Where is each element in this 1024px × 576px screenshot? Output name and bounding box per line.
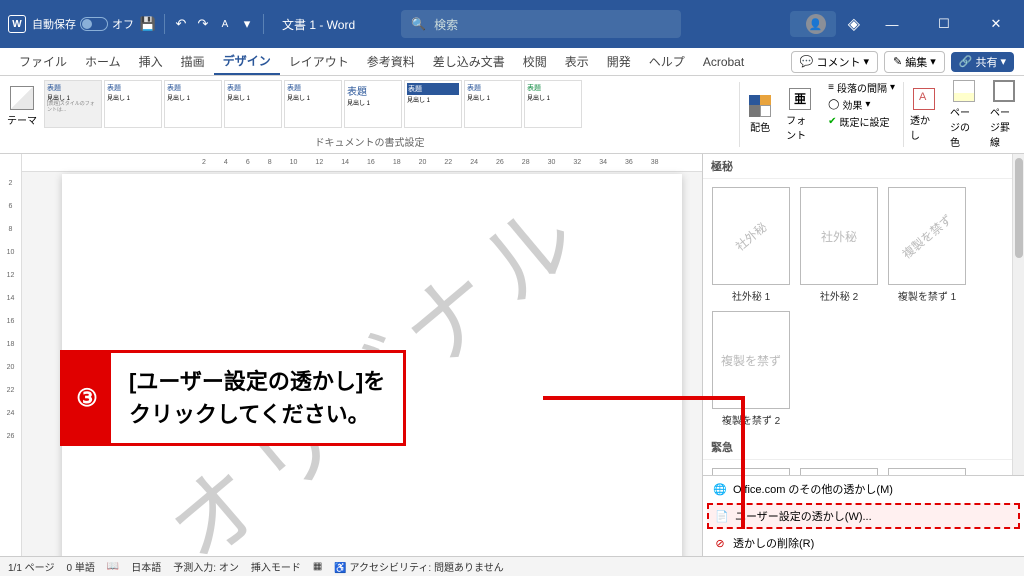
tab-review[interactable]: 校閲 <box>514 48 556 75</box>
status-language[interactable]: 日本語 <box>131 559 161 574</box>
style-gallery-item[interactable]: 表題見出し 1 <box>344 80 402 128</box>
search-placeholder: 検索 <box>434 16 458 33</box>
status-accessibility[interactable]: ♿ アクセシビリティ: 問題ありません <box>334 559 503 574</box>
gallery-group-label: ドキュメントの書式設定 <box>0 132 739 151</box>
maximize-button[interactable]: ☐ <box>924 9 964 39</box>
tab-layout[interactable]: レイアウト <box>280 48 358 75</box>
redo-icon[interactable]: ↷ <box>195 16 211 32</box>
tab-developer[interactable]: 開発 <box>598 48 640 75</box>
tab-file[interactable]: ファイル <box>10 48 76 75</box>
themes-icon <box>10 86 34 110</box>
wm-category-urgent: 緊急 <box>703 435 1012 460</box>
style-gallery-item[interactable]: 表題見出し 1 <box>104 80 162 128</box>
paragraph-spacing-button[interactable]: ≡ 段落の間隔 ▾ <box>828 80 895 95</box>
page-icon: 📄 <box>715 509 729 523</box>
wm-item-confidential-1[interactable]: 社外秘社外秘 1 <box>711 187 791 303</box>
style-gallery-item[interactable]: 表題見出し 1 <box>284 80 342 128</box>
colors-button[interactable]: 配色 <box>740 76 780 153</box>
tab-acrobat[interactable]: Acrobat <box>694 48 753 75</box>
callout-text: [ユーザー設定の透かし]をクリックしてください。 <box>111 353 403 443</box>
status-spellcheck-icon[interactable]: 📖 <box>107 561 119 572</box>
tab-view[interactable]: 表示 <box>556 48 598 75</box>
watermark-icon <box>913 88 935 110</box>
watermark-gallery-panel: 極秘 社外秘社外秘 1 社外秘社外秘 2 複製を禁ず複製を禁ず 1 複製を禁ず複… <box>702 154 1024 556</box>
save-icon[interactable]: 💾 <box>140 16 156 32</box>
undo-icon[interactable]: ↶ <box>173 16 189 32</box>
tab-insert[interactable]: 挿入 <box>130 48 172 75</box>
wm-more-office[interactable]: 🌐Office.com のその他の透かし(M) <box>703 476 1024 502</box>
user-account[interactable]: 👤 <box>790 11 836 37</box>
wm-item-donotcopy-2[interactable]: 複製を禁ず複製を禁ず 2 <box>711 311 791 427</box>
status-macro-icon[interactable]: ▦ <box>313 561 322 572</box>
page-color-icon <box>953 80 975 102</box>
word-app-icon: W <box>8 15 26 33</box>
themes-button[interactable]: テーマ <box>4 80 40 132</box>
tab-help[interactable]: ヘルプ <box>640 48 694 75</box>
watermark-button[interactable]: 透かし <box>904 76 944 153</box>
status-bar: 1/1 ページ 0 単語 📖 日本語 予測入力: オン 挿入モード ▦ ♿ アク… <box>0 556 1024 576</box>
callout-number: ③ <box>63 353 111 443</box>
style-gallery-item[interactable]: 表題見出し 1 <box>404 80 462 128</box>
minimize-button[interactable]: — <box>872 9 912 39</box>
style-gallery-item[interactable]: 表題見出し 1[表題]スタイルのフォントは... <box>44 80 102 128</box>
status-words[interactable]: 0 単語 <box>66 559 94 574</box>
qat-dropdown-icon[interactable]: ▾ <box>239 16 255 32</box>
panel-scrollbar[interactable] <box>1012 154 1024 475</box>
style-gallery-item[interactable]: 表題見出し 1 <box>524 80 582 128</box>
search-input[interactable]: 🔍 検索 <box>401 10 681 38</box>
status-predict[interactable]: 予測入力: オン <box>173 559 239 574</box>
toggle-off-icon[interactable] <box>80 17 108 31</box>
callout-connector <box>741 396 745 529</box>
autosave-toggle[interactable]: 自動保存 オフ <box>32 16 134 32</box>
tab-mailings[interactable]: 差し込み文書 <box>424 48 514 75</box>
wm-item-urgent-1[interactable]: 至急 <box>711 468 791 475</box>
wm-category-confidential: 極秘 <box>703 154 1012 179</box>
wm-item-confidential-2[interactable]: 社外秘社外秘 2 <box>799 187 879 303</box>
instruction-callout: ③ [ユーザー設定の透かし]をクリックしてください。 <box>60 350 406 446</box>
callout-connector <box>543 396 743 400</box>
style-gallery-item[interactable]: 表題見出し 1 <box>224 80 282 128</box>
autosave-state: オフ <box>112 16 134 32</box>
avatar-icon: 👤 <box>806 14 826 34</box>
wm-remove-watermark[interactable]: ⊘透かしの削除(R) <box>703 530 1024 556</box>
ribbon-tabs: ファイル ホーム 挿入 描画 デザイン レイアウト 参考資料 差し込み文書 校閲… <box>0 48 1024 76</box>
remove-icon: ⊘ <box>713 536 727 550</box>
tab-home[interactable]: ホーム <box>76 48 130 75</box>
wm-custom-watermark[interactable]: 📄ユーザー設定の透かし(W)... <box>707 503 1020 529</box>
search-icon: 🔍 <box>411 17 426 31</box>
globe-icon: 🌐 <box>713 482 727 496</box>
page-color-button[interactable]: ページの色 <box>944 76 984 153</box>
effects-button[interactable]: ◯ 効果 ▾ <box>828 97 895 112</box>
vertical-ruler: 268101214161820222426 <box>0 154 22 556</box>
document-title: 文書 1 - Word <box>282 16 355 33</box>
page-border-button[interactable]: ページ罫線 <box>984 76 1024 153</box>
tab-references[interactable]: 参考資料 <box>358 48 424 75</box>
title-bar: W 自動保存 オフ 💾 ↶ ↷ A ▾ 文書 1 - Word 🔍 検索 👤 ◈… <box>0 0 1024 48</box>
wm-item-donotcopy-1[interactable]: 複製を禁ず複製を禁ず 1 <box>887 187 967 303</box>
style-gallery-item[interactable]: 表題見出し 1 <box>464 80 522 128</box>
editing-mode-button[interactable]: ✎ 編集 ▾ <box>884 51 945 73</box>
fonts-button[interactable]: 亜フォント <box>780 76 820 153</box>
fonts-icon: 亜 <box>789 88 811 110</box>
set-default-button[interactable]: ✔ 既定に設定 <box>828 114 895 129</box>
comments-button[interactable]: 💬 コメント ▾ <box>791 51 878 73</box>
status-insert-mode[interactable]: 挿入モード <box>251 559 301 574</box>
font-icon[interactable]: A <box>217 16 233 32</box>
share-button[interactable]: 🔗 共有 ▾ <box>951 52 1014 72</box>
ribbon-design: テーマ 表題見出し 1[表題]スタイルのフォントは... 表題見出し 1 表題見… <box>0 76 1024 154</box>
tab-draw[interactable]: 描画 <box>172 48 214 75</box>
horizontal-ruler: 2468101214161820222426283032343638 <box>22 154 702 172</box>
page-border-icon <box>993 80 1015 102</box>
status-page[interactable]: 1/1 ページ <box>8 559 54 574</box>
wm-item-urgent-2[interactable]: 緊急 <box>799 468 879 475</box>
style-gallery-item[interactable]: 表題見出し 1 <box>164 80 222 128</box>
tab-design[interactable]: デザイン <box>214 48 280 75</box>
diamond-icon[interactable]: ◈ <box>848 14 860 34</box>
colors-icon <box>749 95 771 117</box>
wm-item-urgent-3[interactable]: 至急 <box>887 468 967 475</box>
wm-panel-footer: 🌐Office.com のその他の透かし(M) 📄ユーザー設定の透かし(W)..… <box>703 475 1024 556</box>
autosave-label: 自動保存 <box>32 16 76 32</box>
close-button[interactable]: ✕ <box>976 9 1016 39</box>
